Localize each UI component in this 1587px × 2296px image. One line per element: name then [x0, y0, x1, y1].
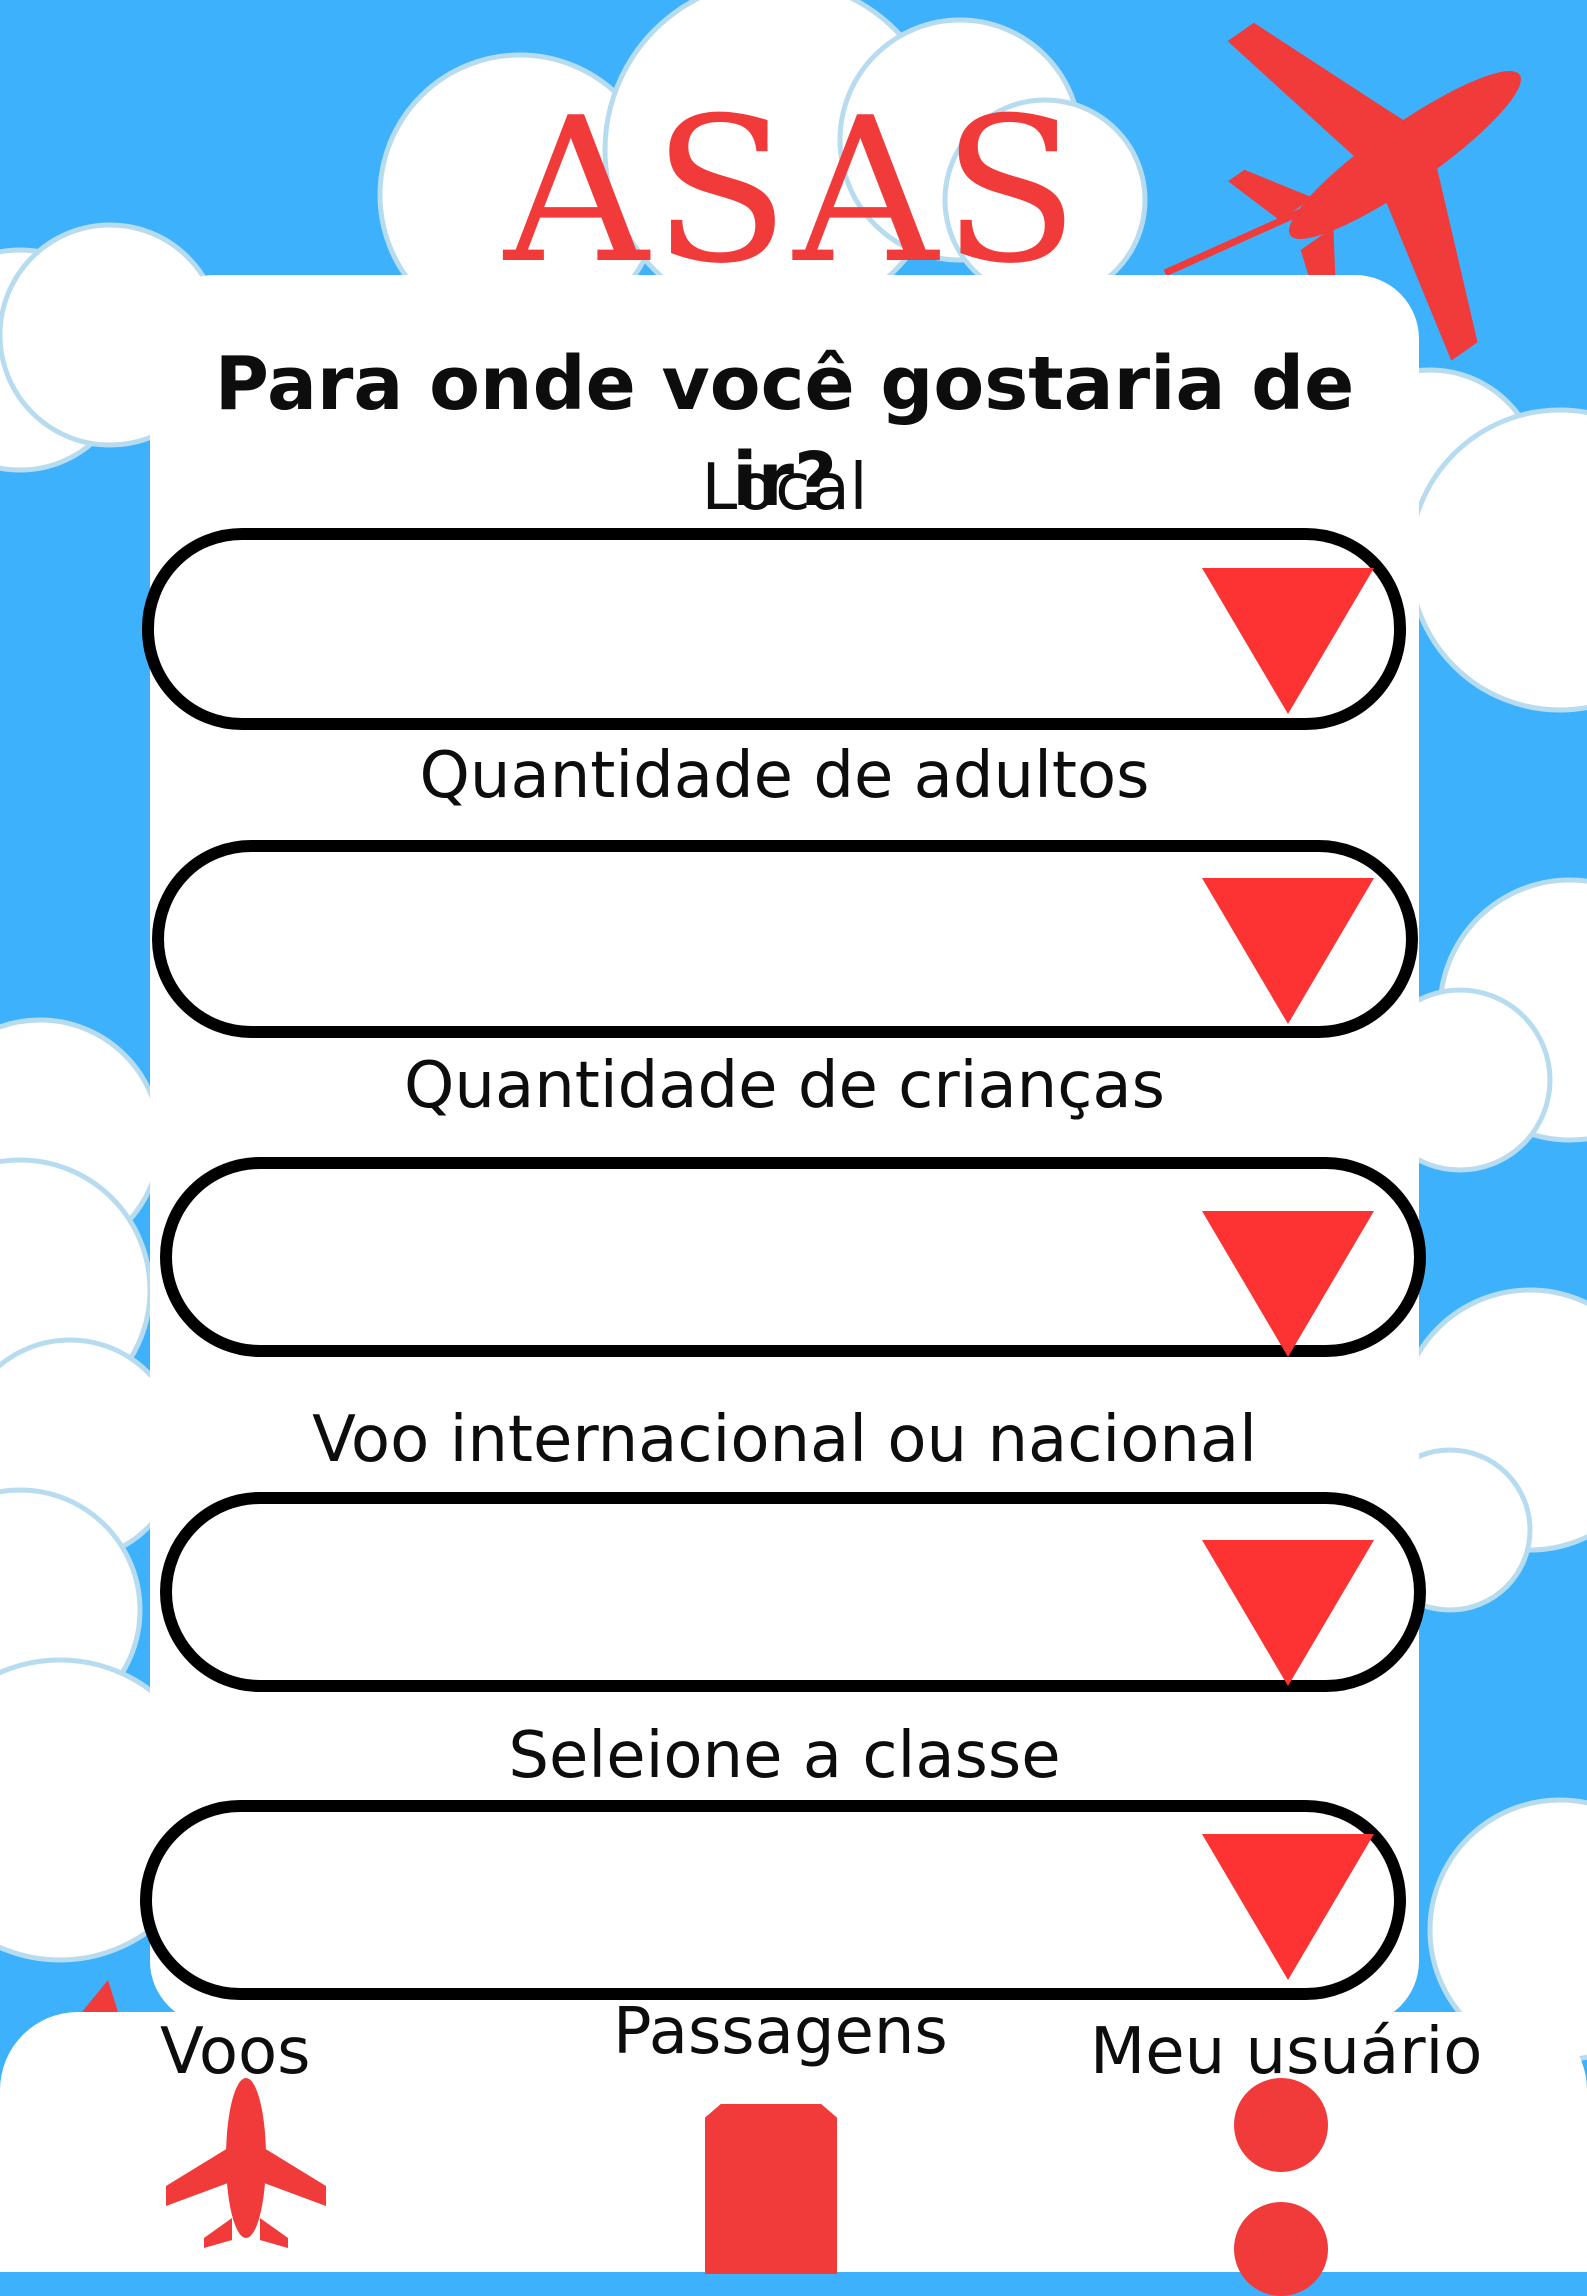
adults-label: Quantidade de adultos: [419, 739, 1150, 813]
children-select[interactable]: [160, 1157, 1426, 1357]
class-select[interactable]: [140, 1800, 1406, 2000]
chevron-down-icon[interactable]: [1202, 878, 1374, 1024]
chevron-down-icon[interactable]: [1202, 1211, 1374, 1357]
wing-fragment: [82, 1980, 118, 2012]
local-select[interactable]: [142, 528, 1406, 730]
nav-label-passagens: Passagens: [613, 1995, 948, 2069]
flight-type-select[interactable]: [160, 1492, 1426, 1692]
class-label: Seleione a classe: [508, 1719, 1061, 1793]
user-icon: [1230, 2078, 1330, 2296]
nav-item-passagens[interactable]: Passagens: [595, 1995, 975, 2274]
chevron-down-icon[interactable]: [1202, 1540, 1374, 1686]
chevron-down-icon[interactable]: [1202, 568, 1374, 714]
adults-select[interactable]: [152, 840, 1418, 1038]
children-label: Quantidade de crianças: [404, 1049, 1165, 1123]
flight-type-label: Voo internacional ou nacional: [312, 1403, 1257, 1477]
nav-item-meu-usuario[interactable]: Meu usuário: [1080, 2012, 1500, 2296]
brand-logo: ASAS: [504, 75, 1083, 308]
bottom-nav: Voos Passagens Meu usuário: [0, 1995, 1587, 2296]
chevron-down-icon[interactable]: [1202, 1834, 1374, 1980]
ticket-icon: [705, 2104, 837, 2274]
nav-item-voos[interactable]: Voos: [140, 2012, 380, 2272]
airplane-icon: [166, 2078, 326, 2248]
local-label: Local: [701, 451, 868, 525]
